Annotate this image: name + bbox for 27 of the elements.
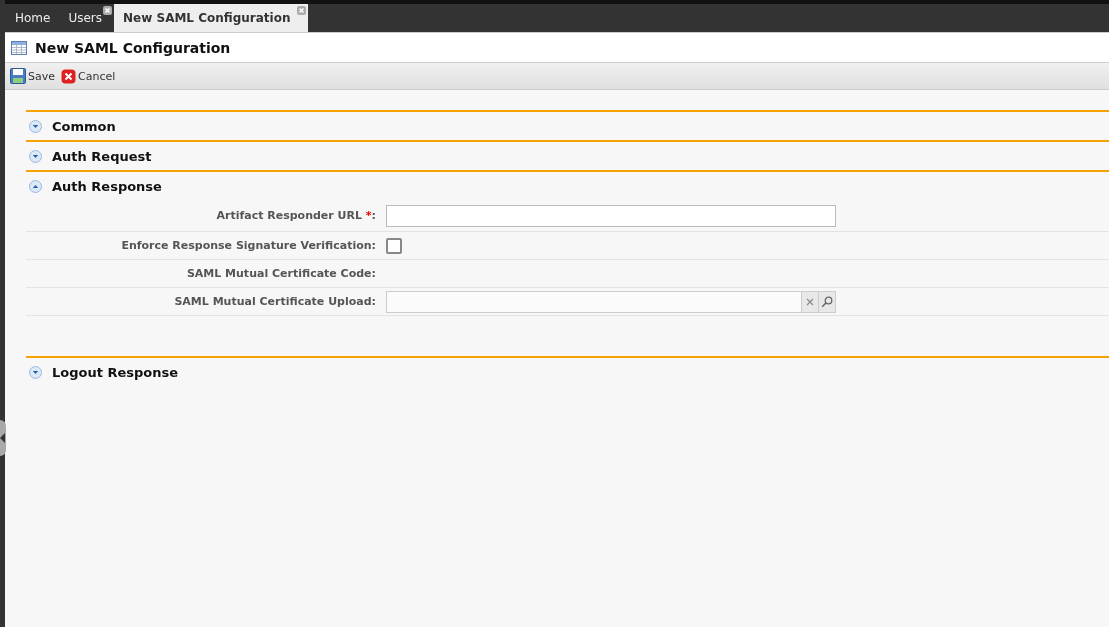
tab[interactable]: New SAML Configuration — [114, 4, 309, 32]
table-icon — [11, 40, 27, 55]
clear-icon[interactable] — [801, 291, 818, 312]
close-icon[interactable] — [103, 6, 113, 15]
cancel-icon — [61, 68, 76, 84]
field-label: Artifact Responder URL *: — [215, 209, 377, 222]
checkbox[interactable] — [386, 237, 402, 254]
section-header[interactable]: Auth Request — [26, 142, 1109, 170]
cancel-button[interactable]: Cancel — [61, 68, 116, 84]
section-header[interactable]: Logout Response — [26, 358, 1109, 386]
field-label: SAML Mutual Certificate Upload: — [173, 295, 377, 308]
collapse-icon — [29, 179, 42, 193]
field-label: SAML Mutual Certificate Code: — [185, 267, 377, 280]
expand-icon — [29, 149, 42, 163]
field-label: Enforce Response Signature Verification: — [120, 239, 377, 252]
text-field[interactable] — [386, 204, 836, 227]
section-header[interactable]: Common — [26, 112, 1109, 140]
search-icon[interactable] — [818, 291, 835, 312]
expand-icon — [29, 365, 42, 379]
expand-icon — [29, 119, 42, 133]
file-upload-field[interactable] — [386, 290, 836, 313]
tab[interactable]: Home — [9, 4, 63, 32]
collapse-handle[interactable] — [0, 420, 6, 456]
tab[interactable]: Users — [62, 4, 115, 32]
page-title: New SAML Configuration — [35, 39, 231, 56]
save-button[interactable]: Save — [10, 68, 55, 84]
section-header[interactable]: Auth Response — [26, 172, 1109, 200]
